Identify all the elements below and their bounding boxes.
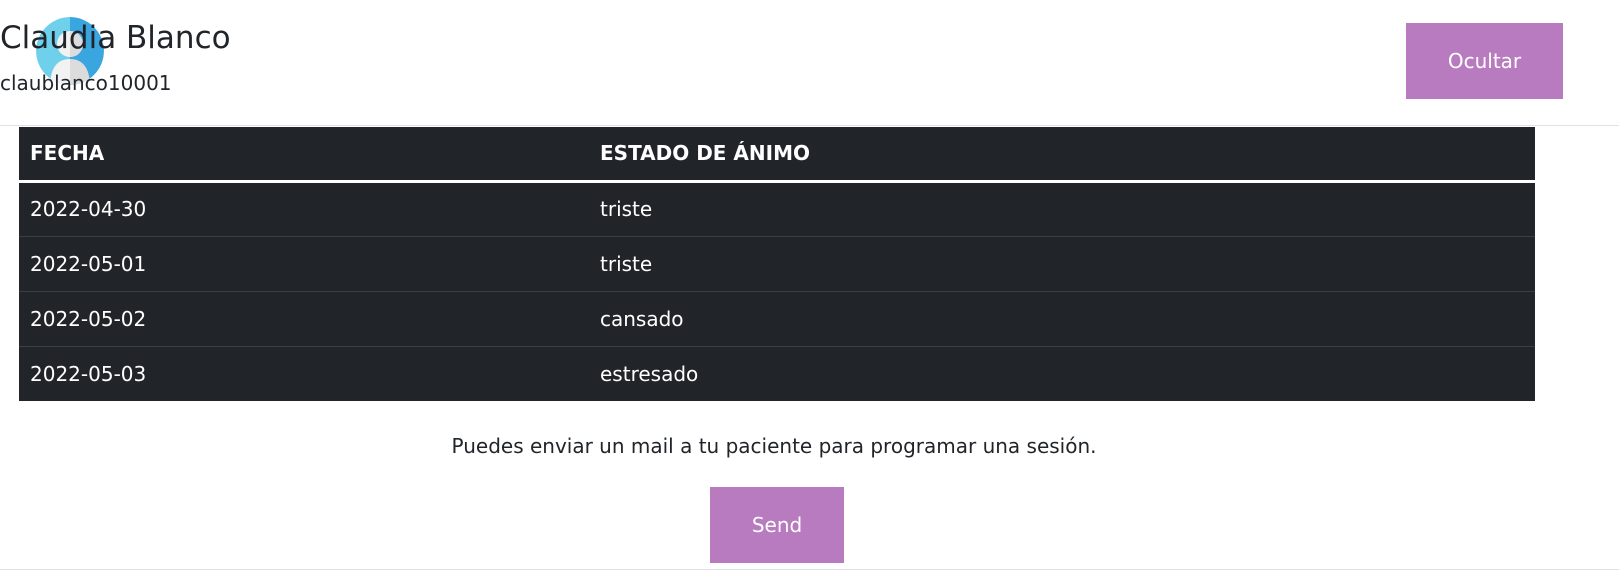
hide-button[interactable]: Ocultar — [1406, 23, 1563, 99]
column-header-date: FECHA — [19, 127, 589, 183]
patient-name: Claudia Blanco — [0, 20, 231, 56]
mood-cell: triste — [589, 235, 1535, 291]
table-row: 2022-04-30 triste — [19, 181, 1535, 236]
patient-header: Claudia Blanco claublanco10001 Ocultar — [0, 0, 1619, 126]
date-cell: 2022-05-03 — [19, 345, 589, 401]
column-header-mood: ESTADO DE ÁNIMO — [589, 127, 1535, 183]
patient-username: claublanco10001 — [0, 71, 172, 95]
mood-table: FECHA ESTADO DE ÁNIMO 2022-04-30 triste … — [19, 127, 1535, 401]
date-cell: 2022-05-02 — [19, 290, 589, 346]
mood-cell: cansado — [589, 290, 1535, 346]
mood-cell: estresado — [589, 345, 1535, 401]
mood-cell: triste — [600, 197, 653, 221]
patient-page: Claudia Blanco claublanco10001 Ocultar F… — [0, 0, 1619, 574]
date-cell: 2022-05-01 — [19, 235, 589, 291]
date-cell: 2022-04-30 — [30, 197, 147, 221]
send-button[interactable]: Send — [710, 487, 844, 563]
table-header-row: FECHA ESTADO DE ÁNIMO — [19, 127, 1535, 183]
schedule-message: Puedes enviar un mail a tu paciente para… — [451, 434, 1097, 458]
table-row: 2022-05-01 triste — [19, 235, 1535, 291]
table-row: 2022-05-02 cansado — [19, 290, 1535, 346]
divider — [0, 569, 1619, 570]
table-row: 2022-05-03 estresado — [19, 345, 1535, 401]
